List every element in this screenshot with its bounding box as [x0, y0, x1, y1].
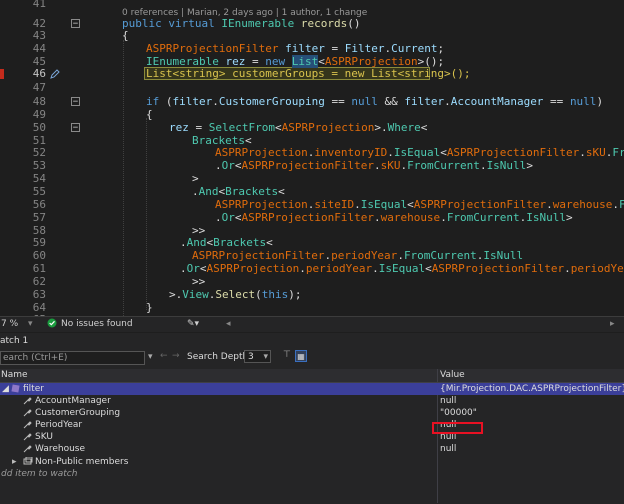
watch-name: PeriodYear: [35, 420, 83, 430]
code-line: ASPRProjectionFilter.periodYear.FromCurr…: [192, 249, 524, 262]
watch-name: AccountManager: [35, 396, 111, 406]
name-column-header[interactable]: Name: [1, 370, 28, 380]
code-line: }: [146, 301, 153, 314]
code-line: >>: [192, 275, 206, 288]
code-line: >: [192, 172, 199, 185]
forward-arrow-icon[interactable]: →: [172, 351, 180, 361]
line-number: 57: [32, 211, 46, 224]
code-line: public virtual IEnumerable records(): [122, 17, 361, 30]
fold-toggle[interactable]: −: [71, 97, 80, 107]
watch-value[interactable]: null: [440, 395, 456, 407]
watch-row[interactable]: CustomerGrouping "00000": [0, 407, 624, 419]
line-number: 48: [32, 95, 46, 108]
grid-view-icon[interactable]: ▦: [295, 350, 307, 362]
watch-toolbar: earch (Ctrl+E) ▾ ← → Search Depth: 3 ▾ ⊤ …: [0, 347, 624, 369]
code-line: .Or<ASPRProjection.periodYear.IsEqual<AS…: [180, 262, 624, 275]
zoom-level[interactable]: 7 %: [1, 319, 18, 329]
line-number: 55: [32, 185, 46, 198]
back-arrow-icon[interactable]: ←: [160, 351, 168, 361]
highlight-box: [432, 422, 483, 434]
code-line: {: [146, 108, 153, 121]
value-column-header[interactable]: Value: [440, 370, 465, 380]
fold-toggle[interactable]: −: [71, 19, 80, 29]
line-number: 60: [32, 249, 46, 262]
line-number: 49: [32, 108, 46, 121]
line-number: 41: [32, 0, 46, 10]
collapse-icon[interactable]: ◢: [2, 383, 9, 395]
line-number: 46: [32, 67, 46, 80]
edit-pencil-icon: [50, 69, 60, 79]
code-line: .Or<ASPRProjectionFilter.warehouse.FromC…: [215, 211, 573, 224]
line-number: 43: [32, 29, 46, 42]
line-number-gutter: 41 42 43 44 45 46 47 48 49 50 51 52 53 54 55 56 57 58 59 60…: [0, 0, 62, 316]
watch-value[interactable]: "00000": [440, 407, 477, 419]
watch-name: CustomerGrouping: [35, 408, 121, 418]
line-number: 44: [32, 42, 46, 55]
code-line: ASPRProjectionFilter filter = Filter.Cur…: [146, 42, 445, 55]
dropdown-icon[interactable]: ▾: [28, 319, 33, 329]
watch-row[interactable]: ◢ filter {Mir.Projection.DAC.ASPRProject…: [0, 383, 624, 395]
watch-title: atch 1: [0, 336, 29, 346]
search-dropdown-icon[interactable]: ▾: [148, 352, 153, 362]
line-number: 52: [32, 146, 46, 159]
watch-row[interactable]: PeriodYear null: [0, 419, 624, 431]
watch-value[interactable]: {Mir.Projection.DAC.ASPRProjectionFilter…: [440, 383, 624, 395]
watch-row[interactable]: Warehouse null: [0, 443, 624, 455]
indent-guide: [123, 40, 124, 316]
scroll-left-icon[interactable]: ◂: [226, 319, 231, 329]
indent-guide: [146, 118, 147, 310]
line-number: 47: [32, 81, 46, 94]
brush-icon[interactable]: ✎▾: [187, 319, 199, 329]
code-line: if (filter.CustomerGrouping == null && f…: [146, 95, 604, 108]
line-number: 50: [32, 121, 46, 134]
code-line: .And<Brackets<: [192, 185, 285, 198]
line-number: 59: [32, 236, 46, 249]
watch-name: Warehouse: [35, 444, 86, 454]
watch-value[interactable]: null: [440, 443, 456, 455]
search-depth-label: Search Depth:: [187, 352, 252, 362]
check-circle-icon: [47, 318, 57, 331]
issues-status[interactable]: No issues found: [61, 319, 133, 329]
code-line: {: [122, 29, 129, 42]
code-line: ASPRProjection.inventoryID.IsEqual<ASPRP…: [215, 146, 624, 159]
watch-window: atch 1 earch (Ctrl+E) ▾ ← → Search Depth…: [0, 333, 624, 504]
watch-name: SKU: [35, 432, 53, 442]
pin-icon[interactable]: ⊤: [283, 350, 291, 360]
add-watch-item[interactable]: dd item to watch: [0, 468, 624, 480]
line-number: 62: [32, 275, 46, 288]
watch-header: Name Value: [0, 369, 624, 383]
line-number: 61: [32, 262, 46, 275]
search-depth-select[interactable]: 3 ▾: [244, 350, 271, 363]
line-number: 53: [32, 159, 46, 172]
code-line: List<string> customerGroups = new List<s…: [146, 67, 471, 80]
add-item-label[interactable]: dd item to watch: [1, 468, 77, 480]
line-number: 63: [32, 288, 46, 301]
scroll-right-icon[interactable]: ▸: [610, 319, 615, 329]
search-input[interactable]: earch (Ctrl+E): [0, 351, 145, 365]
code-line: .And<Brackets<: [180, 236, 273, 249]
line-number: 54: [32, 172, 46, 185]
expand-icon[interactable]: ▸: [12, 456, 17, 468]
code-line: .Or<ASPRProjectionFilter.sKU.FromCurrent…: [215, 159, 533, 172]
fold-toggle[interactable]: −: [71, 123, 80, 133]
code-editor[interactable]: 41 42 43 44 45 46 47 48 49 50 51 52 53 54 55 56 57 58 59 60…: [0, 0, 624, 316]
watch-row[interactable]: AccountManager null: [0, 395, 624, 407]
code-line: rez = SelectFrom<ASPRProjection>.Where<: [169, 121, 428, 134]
watch-row[interactable]: ▸ Non-Public members: [0, 456, 624, 468]
line-number: 56: [32, 198, 46, 211]
breakpoint-marker[interactable]: [0, 69, 4, 79]
watch-name: filter: [23, 384, 44, 394]
watch-name: Non-Public members: [35, 457, 129, 467]
editor-status-bar: 7 % ▾ No issues found ✎▾ ◂ ▸: [0, 316, 624, 332]
watch-row[interactable]: SKU null: [0, 431, 624, 443]
code-line: >.View.Select(this);: [169, 288, 302, 301]
code-line: ASPRProjection.siteID.IsEqual<ASPRProjec…: [215, 198, 624, 211]
